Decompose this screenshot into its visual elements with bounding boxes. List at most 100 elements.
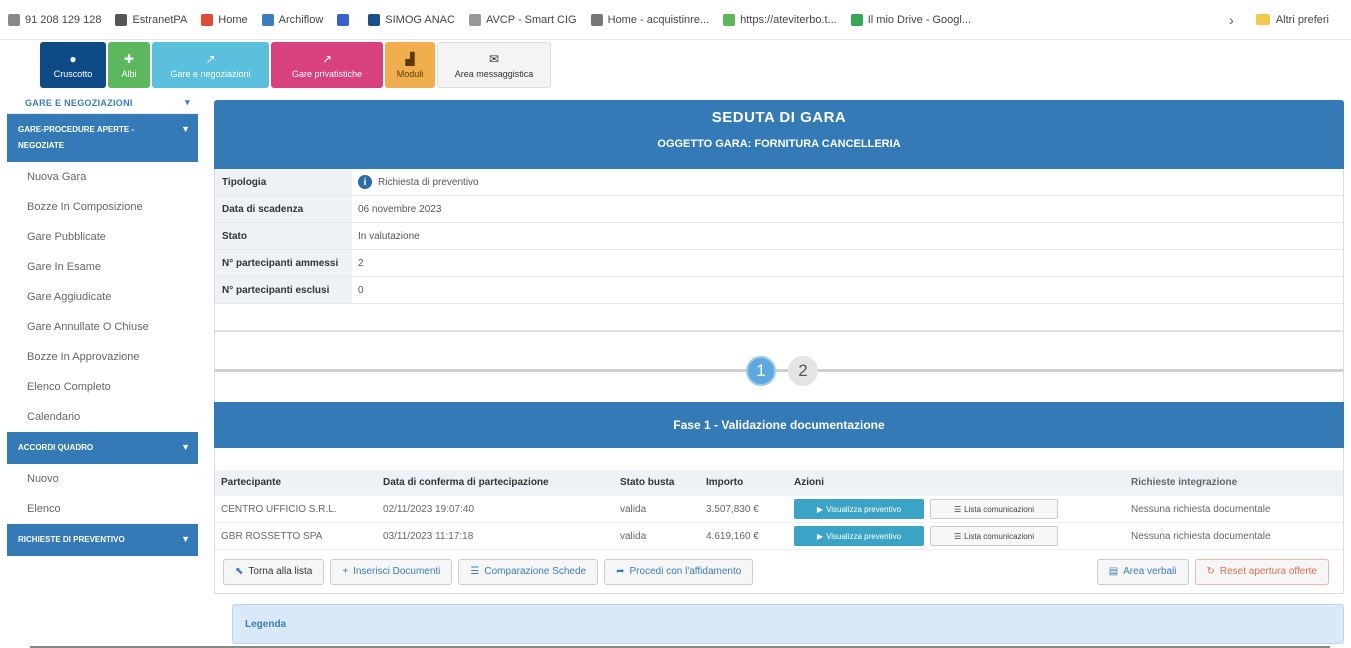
toolbar-button[interactable]: ✚ Albi <box>108 42 150 88</box>
reset-label: Reset apertura offerte <box>1219 566 1317 577</box>
request-cell: Nessuna richiesta documentale <box>1131 530 1271 542</box>
toolbar-button-label: Gare privatistiche <box>291 68 363 79</box>
legend-label: Legenda <box>245 618 287 630</box>
back-label: Torna alla lista <box>248 566 313 577</box>
amount-cell: 3.507,830 € <box>706 503 759 515</box>
table-row: GBR ROSSETTO SPA 03/11/2023 11:17:18 valid… <box>215 523 1343 550</box>
view-quote-button[interactable]: ▶ Visualizza preventivo <box>794 526 924 546</box>
bookmark-other[interactable]: Altri preferi <box>1276 14 1329 26</box>
plus-icon: + <box>342 566 349 577</box>
step-2[interactable]: 2 <box>788 356 818 386</box>
page-title: SEDUTA DI GARA <box>711 109 847 126</box>
folder-open-icon: ▶ <box>816 504 824 514</box>
communications-list-button[interactable]: ☰ Lista comunicazioni <box>930 499 1058 519</box>
info-value-text: 2 <box>358 257 364 269</box>
bookmark-label: Home <box>218 13 248 26</box>
sidebar-item[interactable]: Calendario <box>7 402 198 432</box>
date-cell: 02/11/2023 19:07:40 <box>383 503 475 515</box>
bookmark-item[interactable]: AVCP - Smart CIG <box>468 13 577 26</box>
participants-table: Partecipante Data di conferma di parteci… <box>214 448 1344 550</box>
sidebar-item[interactable]: Nuovo <box>7 464 198 494</box>
communications-list-button[interactable]: ☰ Lista comunicazioni <box>930 526 1058 546</box>
sidebar-item[interactable]: Gare Aggiudicate <box>7 282 198 312</box>
bookmark-label: EstranetPA <box>132 13 188 26</box>
list-icon: ☰ <box>954 531 962 541</box>
col-header: Partecipante <box>221 477 282 488</box>
sidebar-item[interactable]: Gare Annullate O Chiuse <box>7 312 198 342</box>
sidebar-item[interactable]: Gare Pubblicate <box>7 222 198 252</box>
folder-icon <box>1255 14 1270 25</box>
step-1[interactable]: 1 <box>746 356 776 386</box>
col-header: Azioni <box>794 477 824 488</box>
sidebar-item[interactable]: Elenco Completo <box>7 372 198 402</box>
sidebar-section-gare[interactable]: GARE-PROCEDURE APERTE - NEGOZIATE ▼ <box>7 114 198 162</box>
sidebar-section-richieste[interactable]: RICHIESTE DI PREVENTIVO ▼ <box>7 524 198 556</box>
sidebar-header[interactable]: GARE E NEGOZIAZIONI ▾ <box>7 92 198 114</box>
bookmark-item[interactable]: https://ateviterbo.t... <box>723 13 837 26</box>
table-header: Partecipante Data di conferma di parteci… <box>215 470 1343 496</box>
back-to-list-button[interactable]: ⬉ Torna alla lista <box>223 558 325 585</box>
info-key: Stato <box>215 223 352 249</box>
bookmark-item[interactable]: 91 208 129 128 <box>8 13 101 26</box>
participant-cell: CENTRO UFFICIO S.R.L. <box>221 503 337 515</box>
toolbar-button-label: Gare e negoziazioni <box>170 68 251 79</box>
sidebar-item[interactable]: Elenco <box>7 494 198 524</box>
chevron-right-icon[interactable]: › <box>1229 12 1234 28</box>
sidebar-section-accordi[interactable]: ACCORDI QUADRO ▼ <box>7 432 198 464</box>
table-row: CENTRO UFFICIO S.R.L. 02/11/2023 19:07:40… <box>215 496 1343 523</box>
a-small-icon <box>468 13 481 26</box>
caret-down-icon: ▼ <box>181 442 190 452</box>
bookmark-item[interactable]: SIMOG ANAC <box>368 13 455 26</box>
toolbar-button-label: Moduli <box>396 68 424 79</box>
envelope-icon: ✉ <box>488 51 500 66</box>
bookmark-label: https://ateviterbo.t... <box>740 13 837 26</box>
bookmark-item[interactable]: Home <box>201 13 248 26</box>
info-row: N° partecipanti ammessi 2 <box>215 250 1343 277</box>
proceed-label: Procedi con l'affidamento <box>629 566 742 577</box>
chevron-down-icon: ▾ <box>185 97 190 107</box>
compare-sheets-button[interactable]: ☰ Comparazione Schede <box>458 558 599 585</box>
grid-icon <box>115 13 128 26</box>
verbali-button[interactable]: ▤ Area verbali <box>1096 558 1189 585</box>
sidebar-item[interactable]: Nuova Gara <box>7 162 198 192</box>
info-key: Tipologia <box>215 169 352 195</box>
insert-documents-button[interactable]: + Inserisci Documenti <box>330 558 453 585</box>
phase-title: Fase 1 - Validazione documentazione <box>214 402 1344 448</box>
legend-panel[interactable]: Legenda <box>232 604 1344 644</box>
bookmark-item[interactable]: Archiflow <box>261 13 323 26</box>
toolbar-button[interactable]: ↗ Gare e negoziazioni <box>152 42 269 88</box>
bookmarks-right: › Altri preferi <box>1229 12 1343 28</box>
share-icon: ➦ <box>616 566 625 577</box>
hammer-icon: ↗ <box>321 51 333 66</box>
bookmark-item[interactable]: EstranetPA <box>115 13 188 26</box>
info-value-text: 0 <box>358 284 364 296</box>
info-value: 0 <box>352 285 364 296</box>
modules-icon: ▟ <box>405 51 415 66</box>
caret-down-icon: ▼ <box>181 534 190 544</box>
bookmark-item[interactable] <box>337 13 354 26</box>
proceed-assignment-button[interactable]: ➦ Procedi con l'affidamento <box>604 558 754 585</box>
sidebar-item[interactable]: Gare In Esame <box>7 252 198 282</box>
info-value: 2 <box>352 258 364 269</box>
sidebar-item[interactable]: Bozze In Composizione <box>7 192 198 222</box>
folder-open-icon: ▶ <box>816 531 824 541</box>
bookmark-item[interactable]: Il mio Drive - Googl... <box>850 13 971 26</box>
sidebar-item[interactable]: Bozze In Approvazione <box>7 342 198 372</box>
sidebar-section-label: RICHIESTE DI PREVENTIVO <box>18 535 125 544</box>
info-icon[interactable]: i <box>358 175 372 189</box>
page-header: SEDUTA DI GARA OGGETTO GARA: FORNITURA C… <box>214 100 1344 169</box>
toolbar-button-label: Area messaggistica <box>454 68 534 79</box>
toolbar-button[interactable]: ✉ Area messaggistica <box>437 42 551 88</box>
toolbar-button[interactable]: ▟ Moduli <box>385 42 435 88</box>
toolbar-button[interactable]: ● Cruscotto <box>40 42 106 88</box>
reset-offers-button[interactable]: ↻ Reset apertura offerte <box>1194 558 1329 585</box>
date-cell: 03/11/2023 11:17:18 <box>383 530 474 542</box>
sidebar: GARE E NEGOZIAZIONI ▾ GARE-PROCEDURE APE… <box>7 92 198 648</box>
bookmark-item[interactable]: Home - acquistinre... <box>590 13 709 26</box>
toolbar-button[interactable]: ↗ Gare privatistiche <box>271 42 383 88</box>
view-quote-button[interactable]: ▶ Visualizza preventivo <box>794 499 924 519</box>
info-value-text: 06 novembre 2023 <box>358 203 442 215</box>
info-key: N° partecipanti esclusi <box>215 277 352 303</box>
a-icon <box>368 13 381 26</box>
doc-icon <box>261 13 274 26</box>
